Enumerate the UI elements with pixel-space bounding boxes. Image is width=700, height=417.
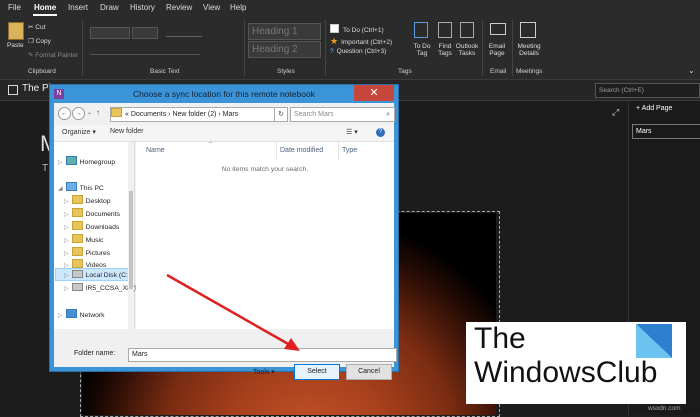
logo-text-the: The — [474, 322, 526, 355]
logo-text-windowsclub: WindowsClub — [474, 356, 658, 389]
windows-flag-icon — [636, 324, 672, 358]
watermark: wsxdn.com — [648, 405, 681, 412]
